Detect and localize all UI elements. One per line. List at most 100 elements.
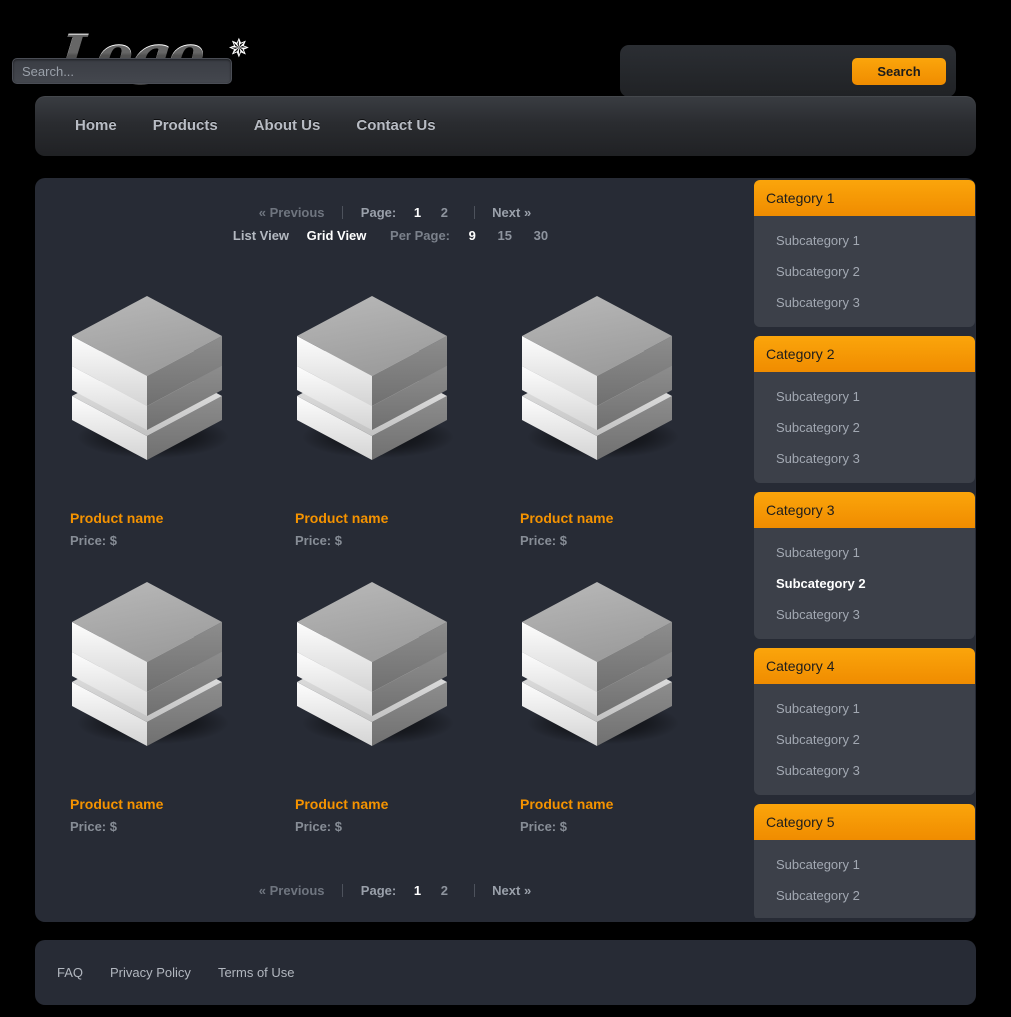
product-price: Price: $	[520, 819, 567, 834]
list-item[interactable]: Subcategory 2	[754, 724, 975, 755]
nav-link-home[interactable]: Home	[75, 117, 117, 134]
product-price: Price: $	[295, 533, 342, 548]
product-name-link[interactable]: Product name	[70, 796, 163, 812]
subcategory-link-active[interactable]: Subcategory 2	[754, 568, 975, 599]
footer-item-privacy-policy[interactable]: Privacy Policy	[110, 964, 191, 982]
subcategory-link[interactable]: Subcategory 1	[754, 849, 975, 880]
list-item[interactable]: Subcategory 3	[754, 287, 975, 318]
stacked-slabs-icon	[297, 296, 447, 460]
product-card[interactable]: Product name Price: $	[295, 574, 520, 860]
category-block-4: Category 4 Subcategory 1 Subcategory 2 S…	[754, 648, 975, 795]
subcategory-link[interactable]: Subcategory 1	[754, 381, 975, 412]
footer-link-privacy-policy[interactable]: Privacy Policy	[110, 965, 191, 980]
product-image[interactable]	[62, 574, 252, 774]
stacked-slabs-icon	[522, 582, 672, 746]
list-item[interactable]: Subcategory 1	[754, 537, 975, 568]
pagination-separator	[473, 884, 475, 897]
list-item[interactable]: Subcategory 2	[754, 256, 975, 287]
subcategory-link[interactable]: Subcategory 2	[754, 256, 975, 287]
product-grid: Product name Price: $ Product name Price…	[70, 288, 760, 860]
page-number-2-top[interactable]: 2	[441, 205, 448, 220]
product-price: Price: $	[295, 819, 342, 834]
product-card[interactable]: Product name Price: $	[70, 574, 295, 860]
subcategory-link[interactable]: Subcategory 3	[754, 443, 975, 474]
site-footer: FAQ Privacy Policy Terms of Use	[35, 940, 976, 1005]
subcategory-link[interactable]: Subcategory 1	[754, 693, 975, 724]
subcategory-link[interactable]: Subcategory 3	[754, 599, 975, 630]
subcategory-link[interactable]: Subcategory 3	[754, 287, 975, 318]
product-card[interactable]: Product name Price: $	[70, 288, 295, 574]
subcategory-link[interactable]: Subcategory 2	[754, 880, 975, 911]
category-block-3: Category 3 Subcategory 1 Subcategory 2 S…	[754, 492, 975, 639]
per-page-30[interactable]: 30	[534, 228, 548, 243]
product-image[interactable]	[62, 288, 252, 488]
subcategory-link[interactable]: Subcategory 1	[754, 537, 975, 568]
list-item[interactable]: Subcategory 1	[754, 381, 975, 412]
page-number-2-bottom[interactable]: 2	[441, 883, 448, 898]
product-card[interactable]: Product name Price: $	[295, 288, 520, 574]
nav-link-contact-us[interactable]: Contact Us	[356, 117, 435, 134]
product-name-link[interactable]: Product name	[70, 510, 163, 526]
product-name-link[interactable]: Product name	[295, 510, 388, 526]
category-header-3[interactable]: Category 3	[754, 492, 975, 528]
site-logo[interactable]: Logo ✵	[57, 18, 280, 96]
product-name-link[interactable]: Product name	[520, 796, 613, 812]
subcategory-list-2: Subcategory 1 Subcategory 2 Subcategory …	[754, 372, 975, 483]
subcategory-link[interactable]: Subcategory 3	[754, 755, 975, 786]
footer-item-faq[interactable]: FAQ	[57, 964, 83, 982]
product-image[interactable]	[512, 574, 702, 774]
subcategory-link[interactable]: Subcategory 2	[754, 724, 975, 755]
previous-page-link-bottom[interactable]: « Previous	[259, 883, 325, 898]
list-view-link[interactable]: List View	[233, 228, 289, 243]
nav-item-contact-us[interactable]: Contact Us	[356, 117, 435, 135]
pagination-separator	[473, 206, 475, 219]
page-number-1-bottom[interactable]: 1	[414, 883, 421, 898]
grid-view-link[interactable]: Grid View	[307, 228, 367, 243]
stacked-slabs-icon	[72, 582, 222, 746]
product-price: Price: $	[70, 819, 117, 834]
subcategory-link[interactable]: Subcategory 1	[754, 225, 975, 256]
previous-page-link-top[interactable]: « Previous	[259, 205, 325, 220]
list-item[interactable]: Subcategory 2	[754, 568, 975, 599]
category-header-1[interactable]: Category 1	[754, 180, 975, 216]
list-item[interactable]: Subcategory 3	[754, 599, 975, 630]
subcategory-link[interactable]: Subcategory 2	[754, 412, 975, 443]
nav-item-about-us[interactable]: About Us	[254, 117, 321, 135]
footer-item-terms-of-use[interactable]: Terms of Use	[218, 964, 295, 982]
per-page-15[interactable]: 15	[498, 228, 512, 243]
list-item[interactable]: Subcategory 3	[754, 443, 975, 474]
list-item[interactable]: Subcategory 2	[754, 880, 975, 911]
category-header-4[interactable]: Category 4	[754, 648, 975, 684]
per-page-9[interactable]: 9	[469, 228, 476, 243]
footer-link-terms-of-use[interactable]: Terms of Use	[218, 965, 295, 980]
category-header-2[interactable]: Category 2	[754, 336, 975, 372]
nav-item-home[interactable]: Home	[75, 117, 117, 135]
list-item[interactable]: Subcategory 1	[754, 693, 975, 724]
category-block-5: Category 5 Subcategory 1 Subcategory 2	[754, 804, 975, 918]
nav-list: Home Products About Us Contact Us	[35, 96, 976, 156]
pagination-separator	[342, 206, 344, 219]
page-label-top: Page:	[360, 205, 397, 220]
next-page-link-top[interactable]: Next »	[492, 205, 531, 220]
nav-item-products[interactable]: Products	[153, 117, 218, 135]
nav-link-about-us[interactable]: About Us	[254, 117, 321, 134]
product-name-link[interactable]: Product name	[295, 796, 388, 812]
product-name-link[interactable]: Product name	[520, 510, 613, 526]
footer-link-faq[interactable]: FAQ	[57, 965, 83, 980]
list-item[interactable]: Subcategory 3	[754, 755, 975, 786]
list-item[interactable]: Subcategory 2	[754, 412, 975, 443]
product-image[interactable]	[287, 574, 477, 774]
search-input[interactable]	[12, 58, 232, 84]
product-card[interactable]: Product name Price: $	[520, 574, 745, 860]
search-button[interactable]: Search	[852, 58, 946, 85]
list-item[interactable]: Subcategory 1	[754, 225, 975, 256]
nav-link-products[interactable]: Products	[153, 117, 218, 134]
product-image[interactable]	[287, 288, 477, 488]
category-header-5[interactable]: Category 5	[754, 804, 975, 840]
product-card[interactable]: Product name Price: $	[520, 288, 745, 574]
page-number-1-top[interactable]: 1	[414, 205, 421, 220]
view-options-bar: List View Grid View Per Page: 9 15 30	[35, 228, 755, 243]
list-item[interactable]: Subcategory 1	[754, 849, 975, 880]
product-image[interactable]	[512, 288, 702, 488]
next-page-link-bottom[interactable]: Next »	[492, 883, 531, 898]
